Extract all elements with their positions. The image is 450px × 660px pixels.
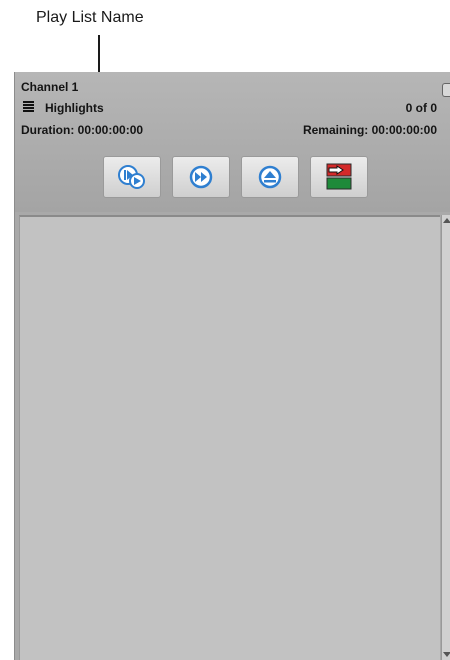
playlist-name[interactable]: Highlights [45,101,104,115]
fast-forward-icon [189,165,213,189]
playlist-clip-list[interactable] [19,215,440,660]
vertical-scrollbar[interactable] [441,215,450,660]
eject-button[interactable] [241,156,299,198]
playlist-icon [23,101,34,113]
panel-header: Channel 1 Highlights 0 of 0 Duration: 00… [15,72,450,212]
output-toggle-icon [326,163,352,190]
eject-icon [258,165,282,189]
scroll-up-icon[interactable] [443,218,450,223]
playlist-panel: Channel 1 Highlights 0 of 0 Duration: 00… [14,72,450,660]
play-clip-button[interactable] [103,156,161,198]
channel-title: Channel 1 [21,80,79,94]
callout-label: Play List Name [36,9,144,26]
fast-forward-button[interactable] [172,156,230,198]
output-toggle-button[interactable] [310,156,368,198]
remaining-readout: Remaining: 00:00:00:00 [302,123,437,137]
play-clip-icon [118,165,145,189]
duration-readout: Duration: 00:00:00:00 [21,123,144,137]
scroll-down-icon[interactable] [443,652,450,657]
panel-menu-icon[interactable] [442,83,450,97]
clip-count: 0 of 0 [405,101,437,115]
